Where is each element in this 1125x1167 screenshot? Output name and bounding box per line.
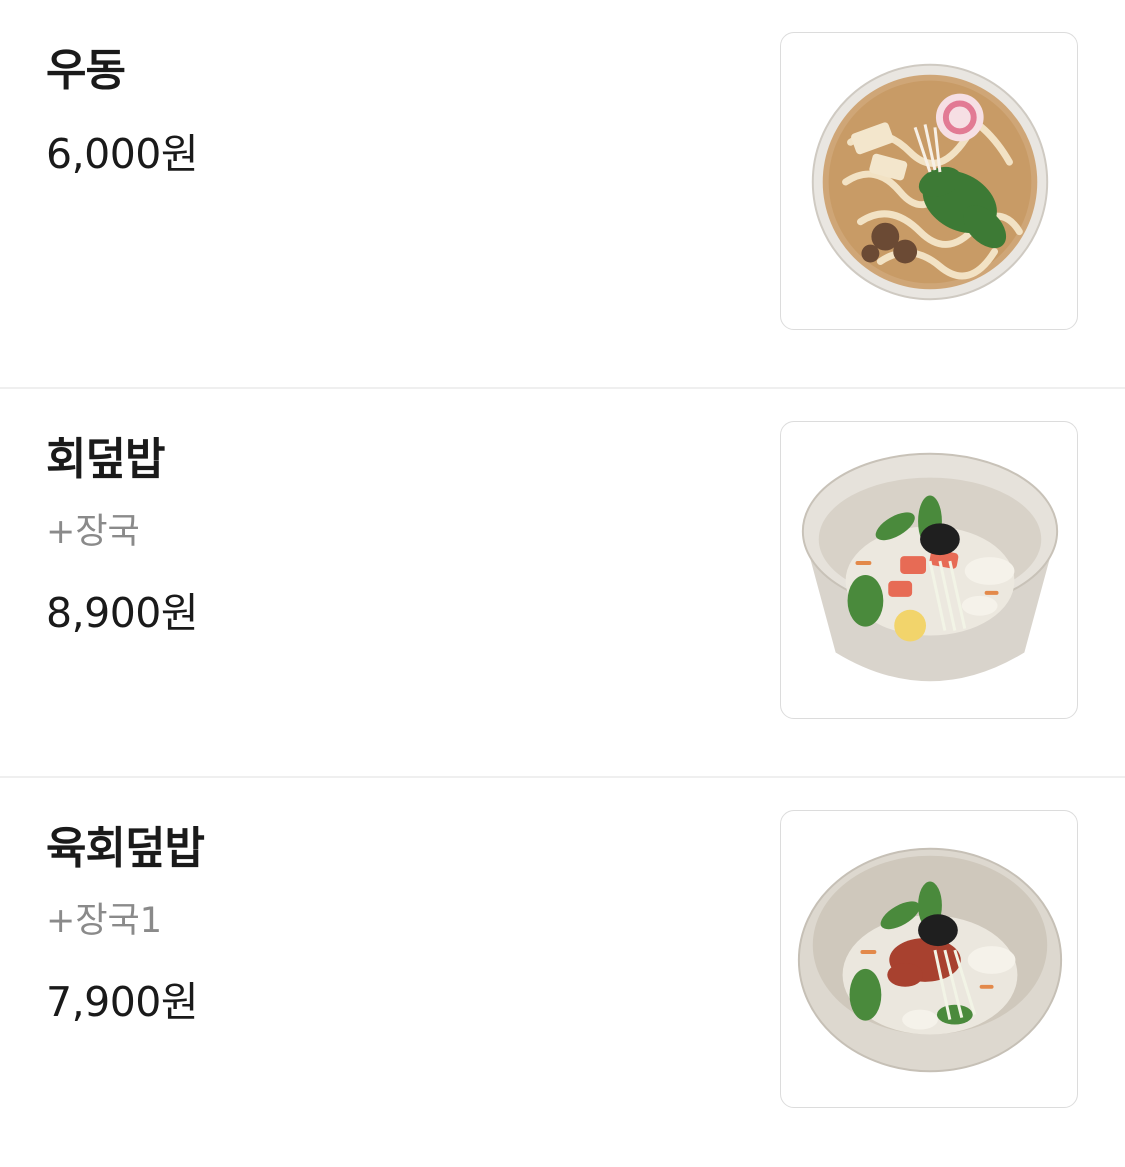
menu-item-price: 8,900원 xyxy=(46,589,199,637)
udon-bowl-photo-icon xyxy=(811,63,1049,301)
menu-item-yukhoedeopbap[interactable]: 육회덮밥 +장국1 7,900원 xyxy=(0,778,1125,1167)
menu-item-price: 7,900원 xyxy=(46,978,199,1026)
menu-item-price: 6,000원 xyxy=(46,130,199,178)
menu-item-thumbnail[interactable] xyxy=(780,421,1078,719)
menu-item-name: 회덮밥 xyxy=(46,434,165,485)
menu-item-hoedeopbap[interactable]: 회덮밥 +장국 8,900원 xyxy=(0,389,1125,778)
menu-item-name: 육회덮밥 xyxy=(46,823,205,874)
raw-fish-rice-bowl-photo-icon xyxy=(801,452,1059,682)
menu-item-thumbnail[interactable] xyxy=(780,810,1078,1108)
menu-item-name: 우동 xyxy=(46,45,126,96)
beef-tartare-rice-bowl-photo-icon xyxy=(797,847,1063,1073)
menu-item-udon[interactable]: 우동 6,000원 xyxy=(0,0,1125,389)
menu-item-description: +장국1 xyxy=(46,901,162,941)
menu-item-description: +장국 xyxy=(46,512,140,552)
menu-list: 우동 6,000원 회덮밥 +장국 8,900원 육회덮밥 +장국1 7,900… xyxy=(0,0,1125,1167)
menu-item-thumbnail[interactable] xyxy=(780,32,1078,330)
